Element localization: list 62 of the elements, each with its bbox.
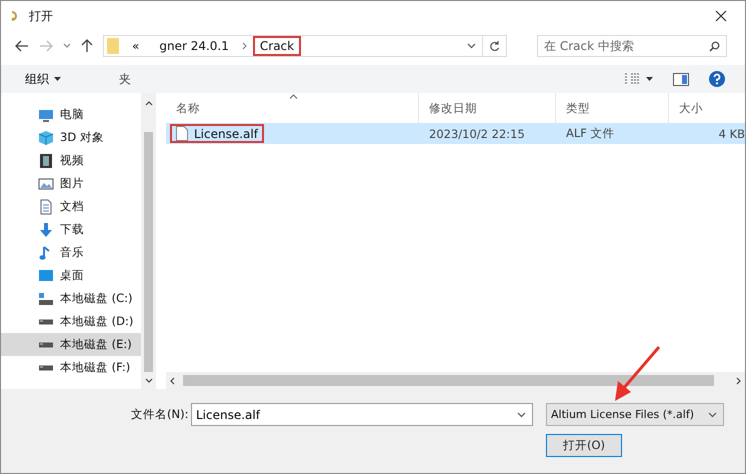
drive-icon [38, 364, 54, 370]
open-button[interactable]: 打开(O) [546, 434, 622, 457]
breadcrumb-item[interactable]: gner 24.0.1 [152, 36, 236, 56]
caret-icon[interactable] [646, 77, 653, 81]
drive-icon [38, 318, 54, 324]
chevron-right-icon[interactable] [736, 376, 741, 384]
sidebar-item[interactable]: 视频 [1, 149, 141, 172]
sidebar-item[interactable]: 下载 [1, 218, 141, 241]
address-bar[interactable]: « gner 24.0.1 Crack [103, 35, 507, 57]
film-icon [38, 152, 54, 168]
filename-label: 文件名(N): [131, 407, 190, 422]
picture-icon [38, 176, 54, 192]
vertical-scrollbar[interactable] [141, 93, 156, 389]
caret-icon [54, 77, 61, 81]
sidebar-item[interactable]: 图片 [1, 172, 141, 195]
folder-icon [107, 38, 119, 54]
chevron-down-icon [708, 412, 717, 418]
refresh-icon[interactable] [489, 40, 500, 52]
close-icon[interactable] [715, 10, 727, 22]
down-arrow-icon [38, 222, 54, 238]
view-list-icon[interactable] [624, 73, 640, 85]
file-type-dropdown[interactable]: Altium License Files (*.alf) [546, 403, 724, 426]
column-header[interactable]: 大小 [669, 93, 745, 123]
sidebar-item[interactable]: 本地磁盘 (D:) [1, 310, 141, 333]
help-icon[interactable] [709, 71, 725, 87]
sidebar-item[interactable]: 音乐 [1, 241, 141, 264]
sidebar-item[interactable]: 桌面 [1, 264, 141, 287]
filename-field[interactable]: License.alf [191, 403, 533, 426]
breadcrumb-item[interactable]: Crack [252, 36, 302, 56]
up-arrow-icon[interactable] [81, 39, 93, 53]
chevron-right-icon [242, 42, 247, 50]
table-cell-text: ALF 文件 [565, 125, 616, 142]
sidebar-item[interactable]: 本地磁盘 (C:) [1, 287, 141, 310]
sidebar-item[interactable]: 本地磁盘 (F:) [1, 356, 141, 379]
search-field[interactable]: 在 Crack 中搜索 [537, 35, 727, 57]
table-cell-text: 2023/10/2 22:15 [428, 126, 526, 142]
sidebar-item[interactable]: 本地磁盘 (E:) [1, 333, 141, 356]
organize-button[interactable]: 组织 [17, 68, 69, 90]
chevron-left-icon[interactable] [170, 376, 175, 384]
new-folder-button[interactable]: 夹 [111, 68, 139, 90]
preview-pane-icon[interactable] [673, 72, 689, 86]
table-cell-text: 4 KB [718, 126, 745, 142]
horizontal-scrollbar[interactable] [166, 372, 745, 389]
drive-icon [38, 290, 54, 306]
file-name: License.alf [170, 124, 264, 143]
file-row[interactable]: License.alf 2023/10/2 22:15 ALF 文件 4 KB [166, 123, 745, 144]
chevron-up-icon[interactable] [144, 101, 152, 106]
search-icon [709, 41, 720, 52]
document-icon [38, 198, 54, 214]
breadcrumb-item[interactable]: « [125, 36, 146, 56]
sidebar-item[interactable]: 电脑 [1, 103, 141, 126]
sidebar-item[interactable]: 3D 对象 [1, 126, 141, 149]
chevron-down-icon[interactable] [517, 412, 526, 418]
chevron-down-icon[interactable] [467, 43, 476, 49]
drive-icon [38, 342, 54, 348]
monitor-icon [38, 268, 54, 284]
cube-icon [38, 130, 54, 146]
file-icon [176, 126, 188, 141]
chevron-down-icon[interactable] [144, 378, 152, 383]
window-title: 打开 [29, 8, 53, 24]
back-arrow-icon[interactable] [15, 40, 29, 52]
sidebar-item[interactable]: 文档 [1, 195, 141, 218]
